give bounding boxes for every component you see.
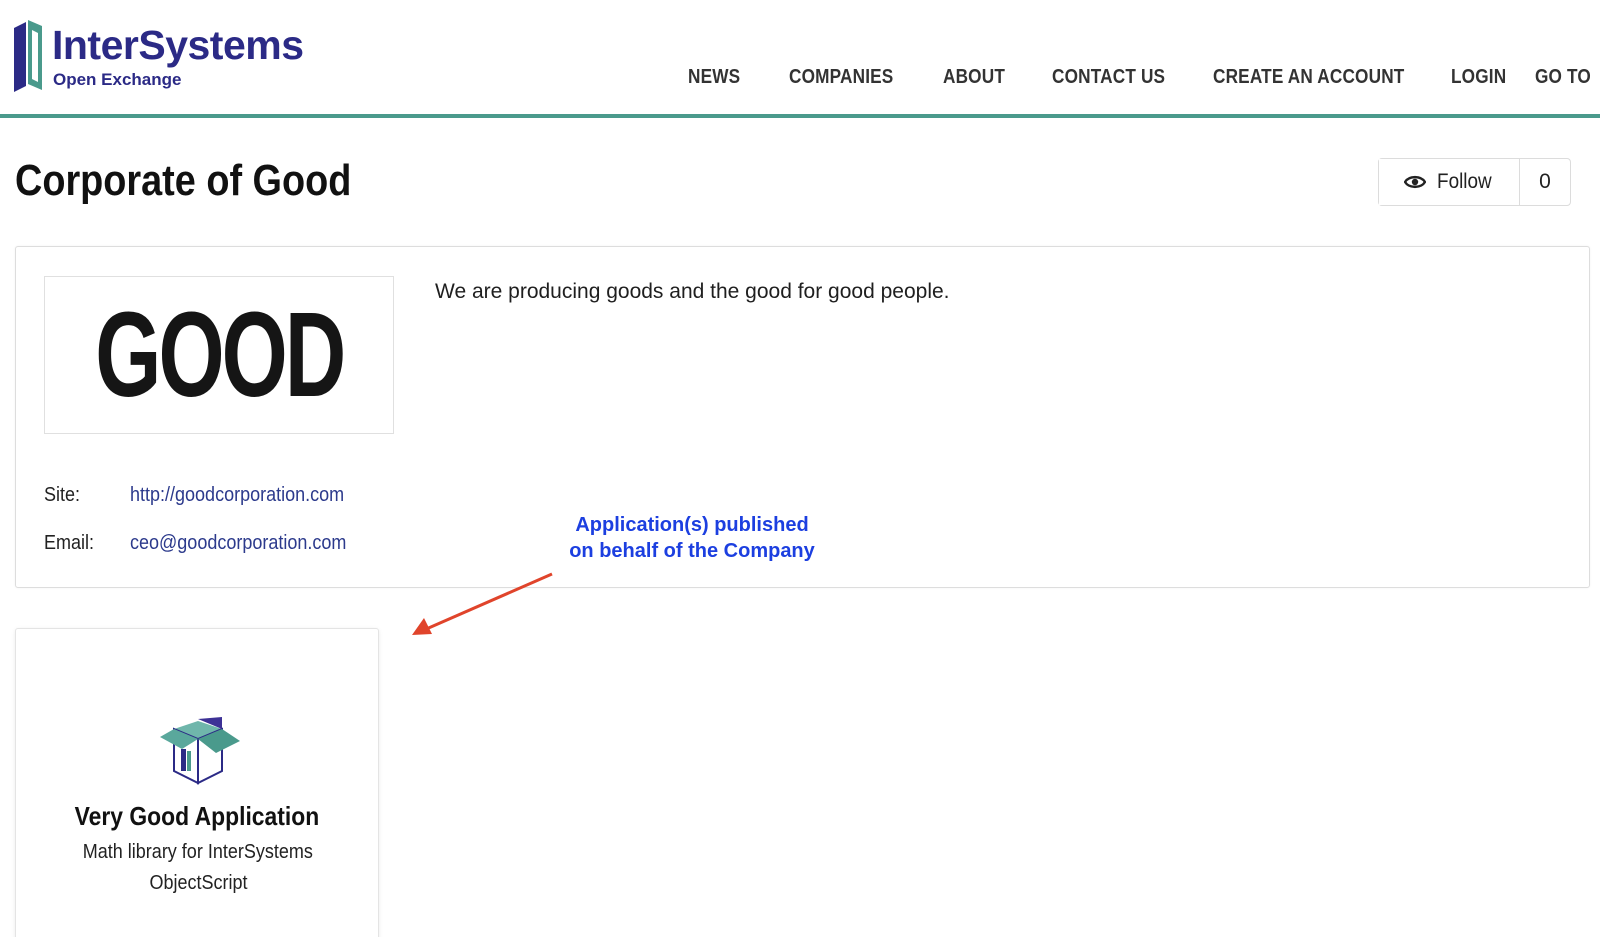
logo-title: InterSystems — [52, 22, 304, 68]
app-description-line-1: Math library for InterSystems — [82, 841, 314, 863]
follow-count: 0 — [1539, 170, 1551, 193]
nav-contact-us[interactable]: CONTACT US — [1052, 66, 1165, 89]
eye-icon — [1403, 175, 1426, 189]
page-title: Corporate of Good — [15, 156, 352, 205]
site-label: Site: — [44, 484, 81, 506]
nav-news[interactable]: NEWS — [688, 66, 740, 89]
annotation-line-1: Application(s) published — [575, 514, 809, 536]
annotation-callout: Application(s) published on behalf of th… — [542, 512, 842, 564]
email-link[interactable]: ceo@goodcorporation.com — [130, 532, 346, 555]
package-box-icon — [160, 717, 240, 785]
nav-companies[interactable]: COMPANIES — [789, 66, 893, 89]
app-description: Math library for InterSystems ObjectScri… — [46, 837, 350, 899]
follow-label: Follow — [1436, 170, 1492, 193]
annotation-arrow-icon — [412, 572, 553, 635]
site-header: InterSystems Open Exchange NEWS COMPANIE… — [0, 0, 1600, 118]
site-link[interactable]: http://goodcorporation.com — [130, 484, 344, 507]
nav-about[interactable]: ABOUT — [943, 66, 1005, 89]
app-description-line-2: ObjectScript — [148, 872, 248, 894]
annotation-line-2: on behalf of the Company — [569, 540, 815, 562]
app-name[interactable]: Very Good Application — [16, 801, 378, 832]
follow-button[interactable]: Follow — [1379, 159, 1520, 205]
company-logo-text: GOOD — [94, 287, 346, 423]
company-logo: GOOD — [44, 276, 394, 434]
app-name-text: Very Good Application — [74, 801, 320, 831]
follow-group: Follow 0 — [1378, 158, 1571, 206]
email-label: Email: — [44, 532, 95, 554]
nav-login[interactable]: LOGIN — [1451, 66, 1506, 89]
main-nav: NEWS COMPANIES ABOUT CONTACT US CREATE A… — [0, 66, 1600, 92]
app-card[interactable]: Very Good Application Math library for I… — [15, 628, 379, 937]
nav-create-account[interactable]: CREATE AN ACCOUNT — [1213, 66, 1404, 89]
nav-go-to[interactable]: GO TO — [1535, 66, 1591, 89]
company-description: We are producing goods and the good for … — [435, 280, 950, 303]
